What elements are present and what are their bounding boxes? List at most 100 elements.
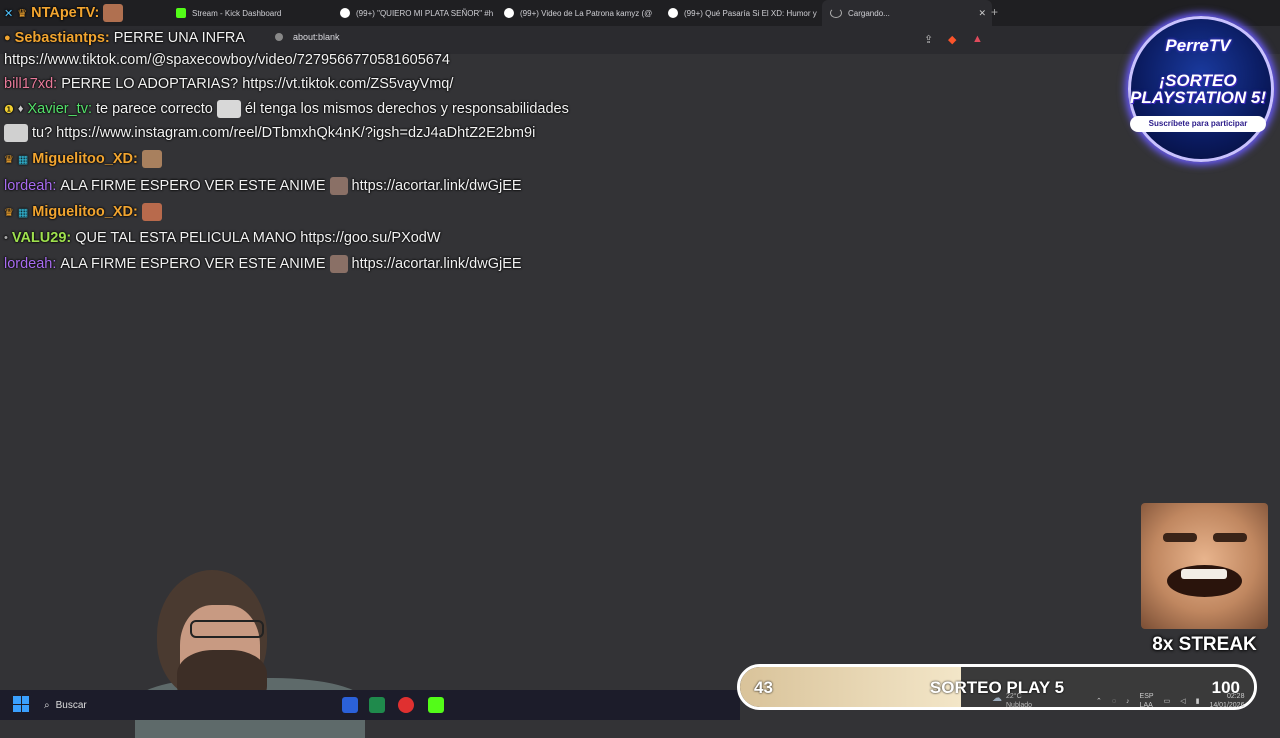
emote-image — [329, 177, 348, 195]
logo-line-1: ¡SORTEO — [1159, 71, 1237, 90]
mic-badge-icon: ♦ — [17, 103, 24, 115]
chat-username: bill17xd: — [4, 76, 58, 92]
display-icon[interactable]: ▭ — [1164, 697, 1171, 705]
clock-time: 02:28 — [1226, 693, 1245, 700]
lang-primary: ESP — [1139, 693, 1154, 700]
tab-label: (99+) Video de La Patrona kamyz (@ — [520, 8, 653, 18]
crown-badge-icon: ♛ — [4, 206, 14, 219]
windows-start-icon[interactable] — [13, 696, 29, 712]
chat-text: PERRE LO ADOPTARIAS? https://vt.tiktok.c… — [61, 76, 454, 92]
taskbar-search[interactable]: ⌕ Buscar — [36, 694, 87, 716]
tab-tiktok-2[interactable]: (99+) Video de La Patrona kamyz (@ — [498, 0, 660, 26]
app-icon[interactable] — [398, 697, 414, 713]
chat-text: tu? https://www.instagram.com/reel/DTbmx… — [32, 125, 536, 141]
crown-badge-icon: ♛ — [17, 7, 28, 20]
kick-app-icon[interactable] — [428, 697, 444, 713]
clock-date: 14/01/2026 — [1209, 702, 1245, 709]
rewards-icon[interactable]: ▲ — [972, 33, 983, 45]
chat-text: https://acortar.link/dwGjEE — [351, 256, 522, 272]
chat-username: lordeah: — [4, 256, 57, 272]
chat-text: PERRE UNA INFRA — [113, 30, 246, 46]
new-tab-button[interactable]: + — [991, 5, 998, 19]
mic-badge-icon: • — [4, 232, 8, 244]
streak-emote-image — [1141, 503, 1268, 629]
brave-shield-icon[interactable]: ◆ — [948, 33, 956, 46]
clock[interactable]: 02:28 14/01/2026 — [1209, 692, 1244, 710]
chat-message: lordeah: ALA FIRME ESPERO VER ESTE ANIME… — [4, 255, 522, 273]
chat-username: Sebastiantps: — [14, 30, 110, 46]
chat-text: él tenga los mismos derechos y responsab… — [244, 101, 569, 117]
site-info-icon[interactable] — [275, 33, 283, 41]
tab-tiktok-3[interactable]: (99+) Qué Pasaría Si El XD: Humor y — [662, 0, 824, 26]
windows-taskbar: ⌕ Buscar — [0, 690, 740, 720]
tab-label: Stream - Kick Dashboard — [192, 8, 282, 18]
network-icon[interactable]: ◌ — [1112, 698, 1116, 705]
chat-message: ♛ ▦ Miguelitoo_XD: — [4, 150, 162, 168]
battery-icon[interactable]: ▮ — [1196, 697, 1200, 705]
tiktok-icon — [504, 8, 514, 18]
logo-subtitle: Suscríbete para participar — [1130, 116, 1266, 132]
language-indicator[interactable]: ESP LAA — [1140, 692, 1154, 710]
chat-text: te parece correcto — [95, 101, 213, 117]
url-text: about:blank — [293, 32, 340, 42]
weather-temp: 22°C — [1006, 693, 1022, 700]
chat-message: ❶ ♦ Xavier_tv: te parece correcto él ten… — [4, 100, 569, 118]
chat-username: NTApeTV: — [31, 5, 100, 21]
emote-detail — [1181, 569, 1227, 579]
emote-detail — [1163, 533, 1197, 542]
kick-icon — [176, 8, 186, 18]
loading-spinner-icon — [830, 8, 842, 18]
app-icon[interactable] — [342, 697, 358, 713]
emote-image — [329, 255, 348, 273]
logo-headline: ¡SORTEO PLAYSTATION 5! — [1122, 72, 1274, 106]
gift-badge-icon: ● — [4, 32, 11, 44]
chat-message: tu? https://www.instagram.com/reel/DTbmx… — [4, 124, 535, 142]
chat-text: https://acortar.link/dwGjEE — [351, 178, 522, 194]
url-field[interactable]: about:blank — [275, 32, 340, 42]
tab-tiktok-1[interactable]: (99+) "QUIERO MI PLATA SEÑOR" #h — [334, 0, 496, 26]
tab-label: Cargando... — [848, 8, 890, 18]
mic-icon[interactable]: ♪ — [1126, 698, 1130, 705]
logo-line-2: PLAYSTATION 5! — [1130, 88, 1266, 107]
tab-loading[interactable]: Cargando... ✕ — [822, 0, 992, 26]
close-icon[interactable]: ✕ — [978, 8, 986, 19]
chat-text: ALA FIRME ESPERO VER ESTE ANIME — [60, 256, 326, 272]
volume-icon[interactable]: ◁ — [1180, 697, 1185, 705]
grid-badge-icon: ▦ — [17, 153, 29, 166]
share-icon[interactable]: ⇪ — [924, 33, 933, 46]
webcam-detail — [190, 620, 264, 638]
chat-username: Xavier_tv: — [27, 101, 92, 117]
chat-message: • VALU29: QUE TAL ESTA PELICULA MANO htt… — [4, 230, 441, 246]
chat-text: https://www.tiktok.com/@spaxecowboy/vide… — [4, 52, 450, 68]
emote-image — [141, 203, 162, 221]
tiktok-icon — [340, 8, 350, 18]
tiktok-icon — [668, 8, 678, 18]
chat-username: Miguelitoo_XD: — [32, 204, 138, 220]
tab-label: (99+) Qué Pasaría Si El XD: Humor y — [684, 8, 817, 18]
subscriber-badge-icon: ❶ — [4, 103, 14, 116]
chat-text: ALA FIRME ESPERO VER ESTE ANIME — [60, 178, 326, 194]
weather-widget[interactable]: ☁ 22°C Nublado — [992, 692, 1033, 710]
emote-image — [216, 100, 241, 118]
emote-image — [103, 4, 124, 22]
crown-badge-icon: ♛ — [4, 153, 14, 166]
system-tray: ⌃ ◌ ♪ ESP LAA ▭ ◁ ▮ 02:28 14/01/2026 — [1096, 692, 1244, 710]
chevron-up-icon[interactable]: ⌃ — [1096, 697, 1102, 705]
chat-username: VALU29: — [11, 230, 72, 246]
chat-message: ✕ ♛ NTApeTV: — [4, 4, 124, 22]
tab-kick-dashboard[interactable]: Stream - Kick Dashboard — [168, 0, 336, 26]
emote-image — [141, 150, 162, 168]
app-icon[interactable] — [369, 697, 385, 713]
weather-desc: Nublado — [1006, 702, 1033, 709]
cloud-icon: ☁ — [992, 693, 1002, 704]
tab-label: (99+) "QUIERO MI PLATA SEÑOR" #h — [356, 8, 494, 18]
chat-message: https://www.tiktok.com/@spaxecowboy/vide… — [4, 52, 450, 68]
emote-detail — [1213, 533, 1247, 542]
streak-label: 8x STREAK — [1152, 634, 1257, 655]
lang-secondary: LAA — [1139, 702, 1153, 709]
browser-tab-strip: Stream - Kick Dashboard (99+) "QUIERO MI… — [0, 0, 1280, 26]
chat-message: lordeah: ALA FIRME ESPERO VER ESTE ANIME… — [4, 177, 522, 195]
chat-message: ♛ ▦ Miguelitoo_XD: — [4, 203, 162, 221]
emote-image — [4, 124, 28, 142]
crown-badge-icon: ✕ — [4, 7, 14, 20]
